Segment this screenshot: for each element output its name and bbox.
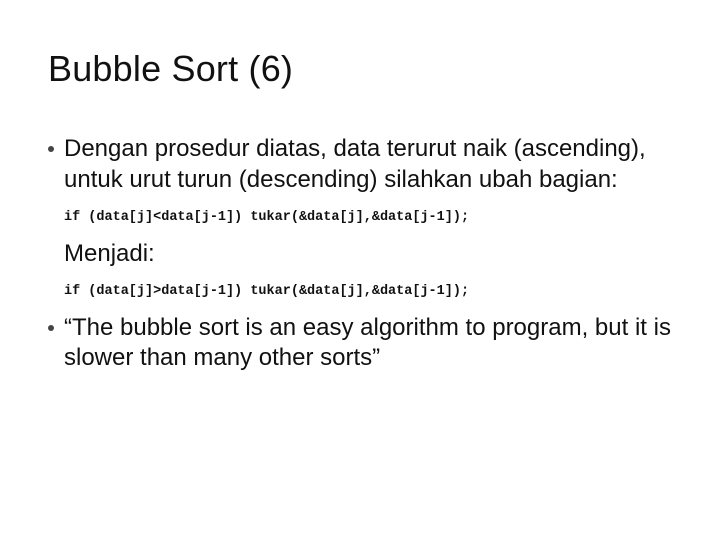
sub-label-menjadi: Menjadi: bbox=[64, 239, 680, 270]
slide-body: Dengan prosedur diatas, data terurut nai… bbox=[48, 134, 680, 374]
bullet-text: Dengan prosedur diatas, data terurut nai… bbox=[64, 134, 680, 195]
slide: Bubble Sort (6) Dengan prosedur diatas, … bbox=[0, 0, 720, 540]
bullet-item: “The bubble sort is an easy algorithm to… bbox=[48, 313, 680, 374]
bullet-item: Dengan prosedur diatas, data terurut nai… bbox=[48, 134, 680, 195]
code-line-descending: if (data[j]>data[j-1]) tukar(&data[j],&d… bbox=[64, 283, 680, 300]
slide-title: Bubble Sort (6) bbox=[48, 48, 680, 90]
bullet-text: “The bubble sort is an easy algorithm to… bbox=[64, 313, 680, 374]
bullet-dot-icon bbox=[48, 325, 54, 331]
bullet-dot-icon bbox=[48, 146, 54, 152]
code-line-ascending: if (data[j]<data[j-1]) tukar(&data[j],&d… bbox=[64, 209, 680, 226]
